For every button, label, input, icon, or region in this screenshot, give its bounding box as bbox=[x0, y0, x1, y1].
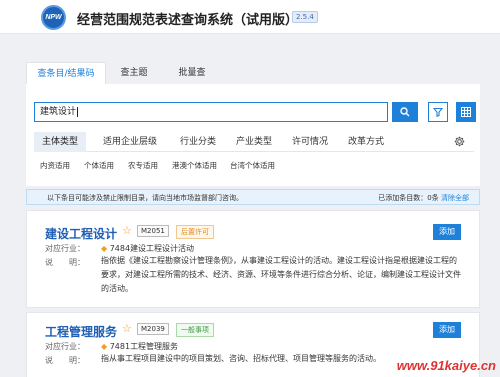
notice-bar: 以下条目可能涉及禁止限制目录，请向当地市场监督部门咨询。 已添加条目数：0条 清… bbox=[26, 189, 480, 205]
app-title: 经营范围规范表述查询系统（试用版） bbox=[77, 13, 299, 28]
added-count-label: 已添加条目数：0条 bbox=[378, 194, 439, 202]
settings-button[interactable] bbox=[454, 136, 465, 150]
search-icon bbox=[400, 107, 410, 117]
search-input[interactable]: 建筑设计 bbox=[34, 102, 388, 122]
add-button[interactable]: 添加 bbox=[433, 224, 461, 240]
tab-batch[interactable]: 批量查 bbox=[162, 62, 222, 84]
industry-label: 对应行业： bbox=[45, 244, 85, 253]
result-badge: 一般事项 bbox=[176, 323, 214, 337]
category-industry[interactable]: 行业分类 bbox=[172, 132, 224, 152]
tag-icon: ◆ bbox=[101, 342, 108, 351]
industry-label: 对应行业： bbox=[45, 342, 85, 351]
tab-item-code[interactable]: 查条目/结果码 bbox=[26, 62, 106, 84]
category-sector-type[interactable]: 产业类型 bbox=[228, 132, 280, 152]
option-individual[interactable]: 个体适用 bbox=[84, 158, 114, 174]
result-description: 指依据《建设工程勘察设计管理条例》，从事建设工程设计的活动。建设工程设计指是根据… bbox=[101, 256, 461, 293]
description-label: 说 明： bbox=[45, 356, 85, 365]
search-input-value: 建筑设计 bbox=[40, 107, 77, 117]
table-icon bbox=[461, 107, 471, 117]
filter-button[interactable] bbox=[428, 102, 448, 122]
version-badge: 2.5.4 bbox=[292, 11, 318, 23]
category-reform[interactable]: 改革方式 bbox=[340, 132, 392, 152]
description-label: 说 明： bbox=[45, 258, 85, 267]
option-farm-coop[interactable]: 农专适用 bbox=[128, 158, 158, 174]
search-panel: 建筑设计 主体类型 适用企业层级 行业分类 产业类型 许可情况 改革方式 内资适… bbox=[26, 84, 480, 186]
filter-icon bbox=[433, 107, 443, 117]
industry-value: ◆ 7484建设工程设计活动 bbox=[101, 243, 194, 254]
category-enterprise-level[interactable]: 适用企业层级 bbox=[92, 132, 168, 152]
star-icon[interactable]: ☆ bbox=[122, 224, 132, 237]
text-cursor bbox=[77, 106, 79, 117]
tag-icon: ◆ bbox=[101, 244, 108, 253]
notice-text: 以下条目可能涉及禁止限制目录，请向当地市场监督部门咨询。 bbox=[47, 194, 243, 202]
result-badge: 后置许可 bbox=[176, 225, 214, 239]
result-title[interactable]: 工程管理服务 bbox=[45, 323, 117, 340]
option-domestic[interactable]: 内资适用 bbox=[40, 158, 70, 174]
watermark: www.91kaiye.cn bbox=[396, 358, 496, 373]
option-hk-macau-individual[interactable]: 港澳个体适用 bbox=[172, 158, 217, 174]
category-tabs: 主体类型 适用企业层级 行业分类 产业类型 许可情况 改革方式 bbox=[34, 132, 474, 152]
result-card: 建设工程设计 ☆ M2051 后置许可 添加 对应行业： ◆ 7484建设工程设… bbox=[26, 210, 480, 308]
tab-topic[interactable]: 查主题 bbox=[108, 62, 160, 84]
industry-text: 7484建设工程设计活动 bbox=[109, 244, 195, 253]
logo-text: NPW bbox=[45, 14, 62, 21]
option-taiwan-individual[interactable]: 台湾个体适用 bbox=[230, 158, 275, 174]
industry-value: ◆ 7481工程管理服务 bbox=[101, 341, 178, 352]
add-button[interactable]: 添加 bbox=[433, 322, 461, 338]
star-icon[interactable]: ☆ bbox=[122, 322, 132, 335]
gear-icon bbox=[454, 136, 465, 147]
search-button[interactable] bbox=[392, 102, 418, 122]
added-count: 已添加条目数：0条 清除全部 bbox=[378, 193, 469, 203]
clear-all-link[interactable]: 清除全部 bbox=[441, 194, 469, 202]
table-view-button[interactable] bbox=[456, 102, 476, 122]
app-header: NPW 经营范围规范表述查询系统（试用版） 2.5.4 bbox=[0, 0, 500, 34]
industry-text: 7481工程管理服务 bbox=[109, 342, 179, 351]
result-code: M2039 bbox=[137, 323, 169, 335]
category-license[interactable]: 许可情况 bbox=[284, 132, 336, 152]
logo-icon: NPW bbox=[41, 5, 66, 30]
result-title[interactable]: 建设工程设计 bbox=[45, 225, 117, 242]
result-code: M2051 bbox=[137, 225, 169, 237]
category-subject-type[interactable]: 主体类型 bbox=[34, 132, 86, 152]
